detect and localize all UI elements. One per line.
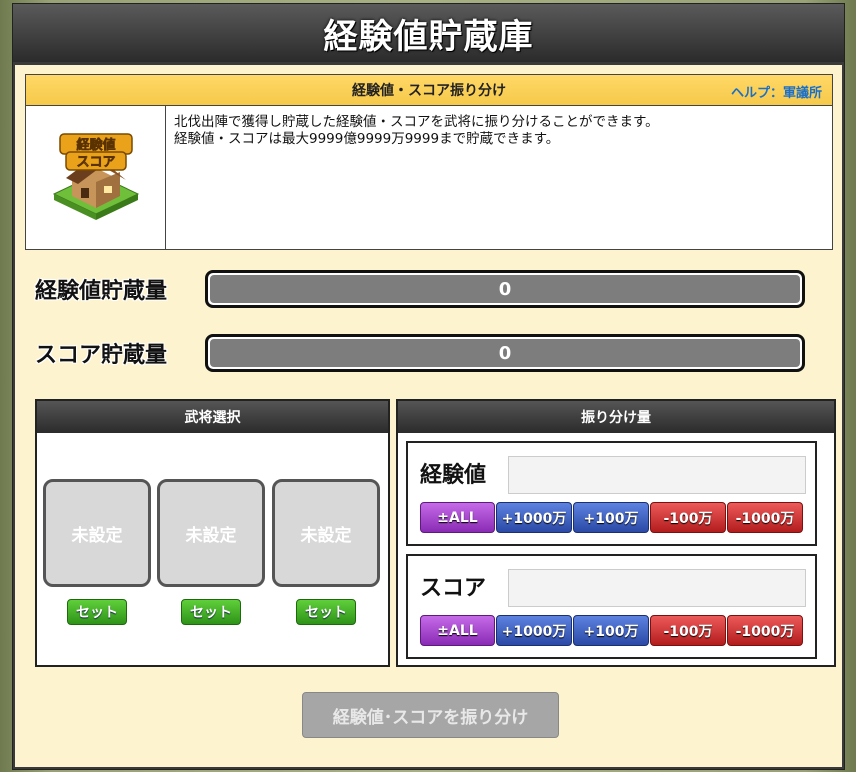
score-button-row: ±ALL +1000万 +100万 -100万 -1000万 bbox=[420, 615, 803, 646]
general-slot-3[interactable]: 未設定 bbox=[272, 479, 380, 587]
score-minus-1m-button[interactable]: -100万 bbox=[650, 615, 726, 646]
score-distribution-box: スコア ±ALL +1000万 +100万 -100万 -1000万 bbox=[406, 554, 817, 659]
general-slot-label: 未設定 bbox=[185, 525, 237, 546]
title-bar: 経験値貯蔵庫 bbox=[13, 4, 844, 62]
exp-storage-bar: 0 bbox=[205, 270, 805, 308]
distribution-header: 振り分け量 bbox=[398, 401, 834, 433]
score-storage-label: スコア貯蔵量 bbox=[35, 343, 168, 368]
exp-storage-label: 経験値貯蔵量 bbox=[35, 279, 168, 304]
exp-all-button[interactable]: ±ALL bbox=[420, 502, 495, 533]
score-all-button[interactable]: ±ALL bbox=[420, 615, 495, 646]
score-storage-row: スコア貯蔵量 0 bbox=[35, 334, 805, 372]
exp-plus-10m-button[interactable]: +1000万 bbox=[496, 502, 572, 533]
set-button-3[interactable]: セット bbox=[296, 599, 356, 625]
exp-button-row: ±ALL +1000万 +100万 -100万 -1000万 bbox=[420, 502, 803, 533]
distribution-panel: 振り分け量 経験値 ±ALL +1000万 +100万 -100万 -1000万… bbox=[396, 399, 836, 667]
score-storage-bar: 0 bbox=[205, 334, 805, 372]
content-area: 経験値・スコア振り分け ヘルプ：軍議所 経験値 スコア 北伐出陣で獲得し貯蔵した… bbox=[15, 65, 842, 767]
set-button-2[interactable]: セット bbox=[181, 599, 241, 625]
score-plus-1m-button[interactable]: +100万 bbox=[573, 615, 649, 646]
exp-storage-value: 0 bbox=[210, 275, 800, 303]
general-select-header: 武将選択 bbox=[37, 401, 388, 433]
info-header: 経験値・スコア振り分け ヘルプ：軍議所 bbox=[26, 75, 832, 106]
info-body: 経験値 スコア 北伐出陣で獲得し貯蔵した経験値・スコアを武将に振り分けることがで… bbox=[26, 106, 832, 249]
info-header-title: 経験値・スコア振り分け bbox=[352, 83, 506, 99]
exp-amount-input[interactable] bbox=[508, 456, 806, 494]
general-slot-label: 未設定 bbox=[300, 525, 352, 546]
general-slot-2[interactable]: 未設定 bbox=[157, 479, 265, 587]
storehouse-icon-text-bottom: スコア bbox=[76, 155, 115, 170]
exp-plus-1m-button[interactable]: +100万 bbox=[573, 502, 649, 533]
storehouse-window: 経験値貯蔵庫 経験値・スコア振り分け ヘルプ：軍議所 経験値 スコア 北伐出陣で… bbox=[12, 3, 845, 770]
exp-minus-10m-button[interactable]: -1000万 bbox=[727, 502, 803, 533]
score-plus-10m-button[interactable]: +1000万 bbox=[496, 615, 572, 646]
set-button-1[interactable]: セット bbox=[67, 599, 127, 625]
score-storage-value: 0 bbox=[210, 339, 800, 367]
general-slot-1[interactable]: 未設定 bbox=[43, 479, 151, 587]
storehouse-icon-text-top: 経験値 bbox=[76, 137, 115, 153]
score-distribution-label: スコア bbox=[420, 576, 487, 601]
general-select-panel: 武将選択 未設定 未設定 未設定 セット セット セット bbox=[35, 399, 390, 667]
exp-distribution-box: 経験値 ±ALL +1000万 +100万 -100万 -1000万 bbox=[406, 441, 817, 546]
score-amount-input[interactable] bbox=[508, 569, 806, 607]
info-line-1: 北伐出陣で獲得し貯蔵した経験値・スコアを武将に振り分けることができます。 bbox=[174, 114, 659, 130]
storehouse-icon: 経験値 スコア bbox=[26, 106, 166, 249]
score-minus-10m-button[interactable]: -1000万 bbox=[727, 615, 803, 646]
exp-distribution-label: 経験値 bbox=[420, 463, 487, 488]
distribute-submit-button[interactable]: 経験値･スコアを振り分け bbox=[302, 692, 559, 738]
window-title: 経験値貯蔵庫 bbox=[323, 16, 534, 57]
exp-storage-row: 経験値貯蔵量 0 bbox=[35, 270, 805, 308]
info-box: 経験値・スコア振り分け ヘルプ：軍議所 経験値 スコア 北伐出陣で獲得し貯蔵した… bbox=[25, 74, 833, 250]
exp-minus-1m-button[interactable]: -100万 bbox=[650, 502, 726, 533]
info-text: 北伐出陣で獲得し貯蔵した経験値・スコアを武将に振り分けることができます。 経験値… bbox=[166, 106, 667, 249]
general-slot-label: 未設定 bbox=[71, 525, 123, 546]
help-link[interactable]: ヘルプ：軍議所 bbox=[731, 82, 822, 101]
info-line-2: 経験値・スコアは最大9999億9999万9999まで貯蔵できます。 bbox=[174, 131, 560, 147]
